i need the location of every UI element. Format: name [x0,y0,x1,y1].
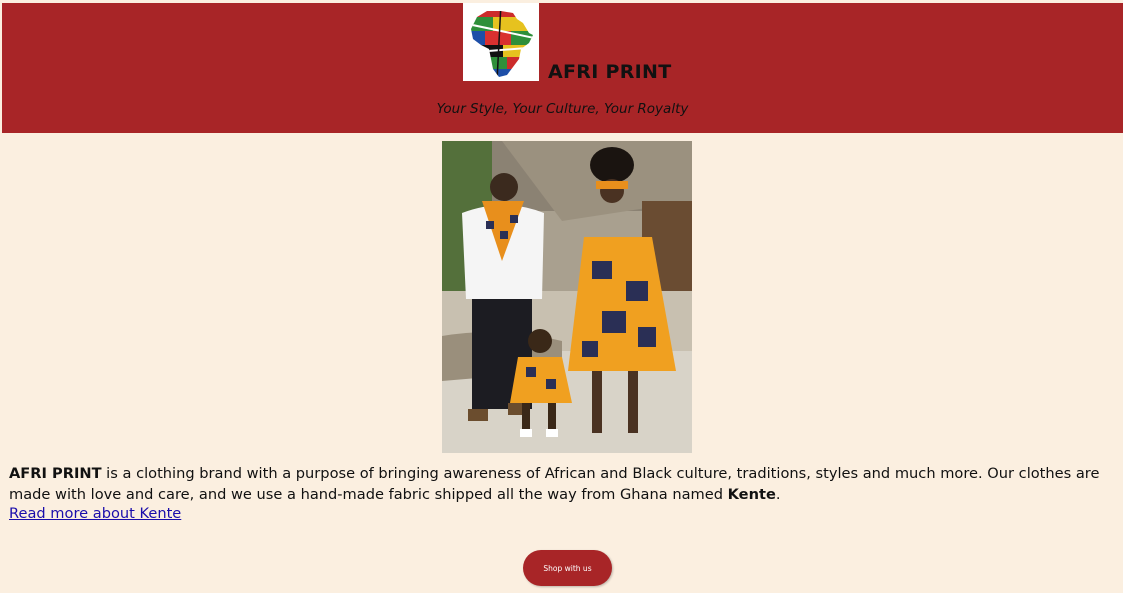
read-more-kente-link[interactable]: Read more about Kente [9,505,181,522]
family-in-kente-print-photo [442,141,692,453]
shop-with-us-button[interactable]: Shop with us [523,550,612,586]
about-text: is a clothing brand with a purpose of br… [9,465,1100,503]
brand-title: AFRI PRINT [548,61,672,83]
brand-bold: AFRI PRINT [9,465,102,482]
africa-flags-map-icon [463,3,539,81]
tagline: Your Style, Your Culture, Your Royalty [436,101,689,117]
site-header: AFRI PRINT Your Style, Your Culture, You… [2,3,1123,133]
kente-bold: Kente [727,486,776,503]
about-end: . [775,486,781,503]
about-paragraph: AFRI PRINT is a clothing brand with a pu… [9,463,1114,505]
